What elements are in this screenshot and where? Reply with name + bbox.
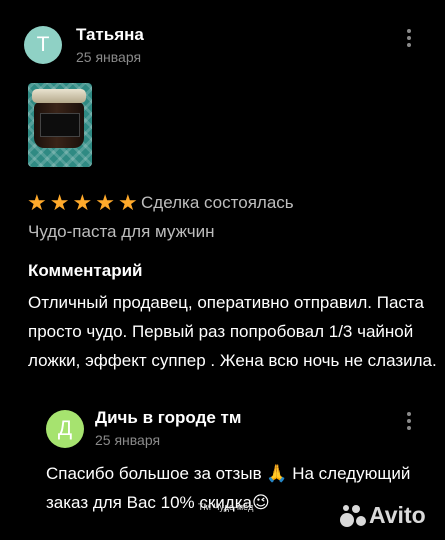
- seller-name[interactable]: Дичь в городе тм: [95, 408, 241, 428]
- comment-text: Отличный продавец, оперативно отправил. …: [28, 293, 437, 370]
- avito-logo-text: Avito: [369, 502, 426, 528]
- review-date: 25 января: [76, 49, 142, 65]
- reviewer-name[interactable]: Татьяна: [76, 25, 144, 45]
- reviewer-avatar-letter: Т: [36, 33, 50, 56]
- seller-avatar-letter: Д: [57, 417, 73, 440]
- watermark-caption: ТМ Чудо-мёд: [198, 502, 254, 512]
- star-icon: ★: [117, 191, 138, 216]
- star-icon: ★: [27, 191, 47, 216]
- reply-more-icon[interactable]: [407, 412, 411, 433]
- comment-heading: Комментарий: [28, 261, 143, 280]
- reviewer-avatar: Т: [24, 26, 62, 64]
- star-icon: ★: [49, 191, 70, 216]
- star-icon: ★: [72, 191, 93, 216]
- review-photo[interactable]: [28, 83, 92, 167]
- star-icon: ★: [95, 191, 115, 216]
- avito-watermark: Avito: [340, 502, 426, 529]
- rating-stars: ★ ★ ★ ★ ★: [27, 191, 138, 216]
- reply-date: 25 января: [95, 432, 161, 448]
- seller-avatar: Д: [46, 410, 84, 448]
- review-more-icon[interactable]: [407, 29, 411, 50]
- deal-status: Сделка состоялась: [141, 193, 294, 212]
- product-name[interactable]: Чудо-паста для мужчин: [28, 222, 215, 242]
- avito-logo-icon: [340, 503, 366, 529]
